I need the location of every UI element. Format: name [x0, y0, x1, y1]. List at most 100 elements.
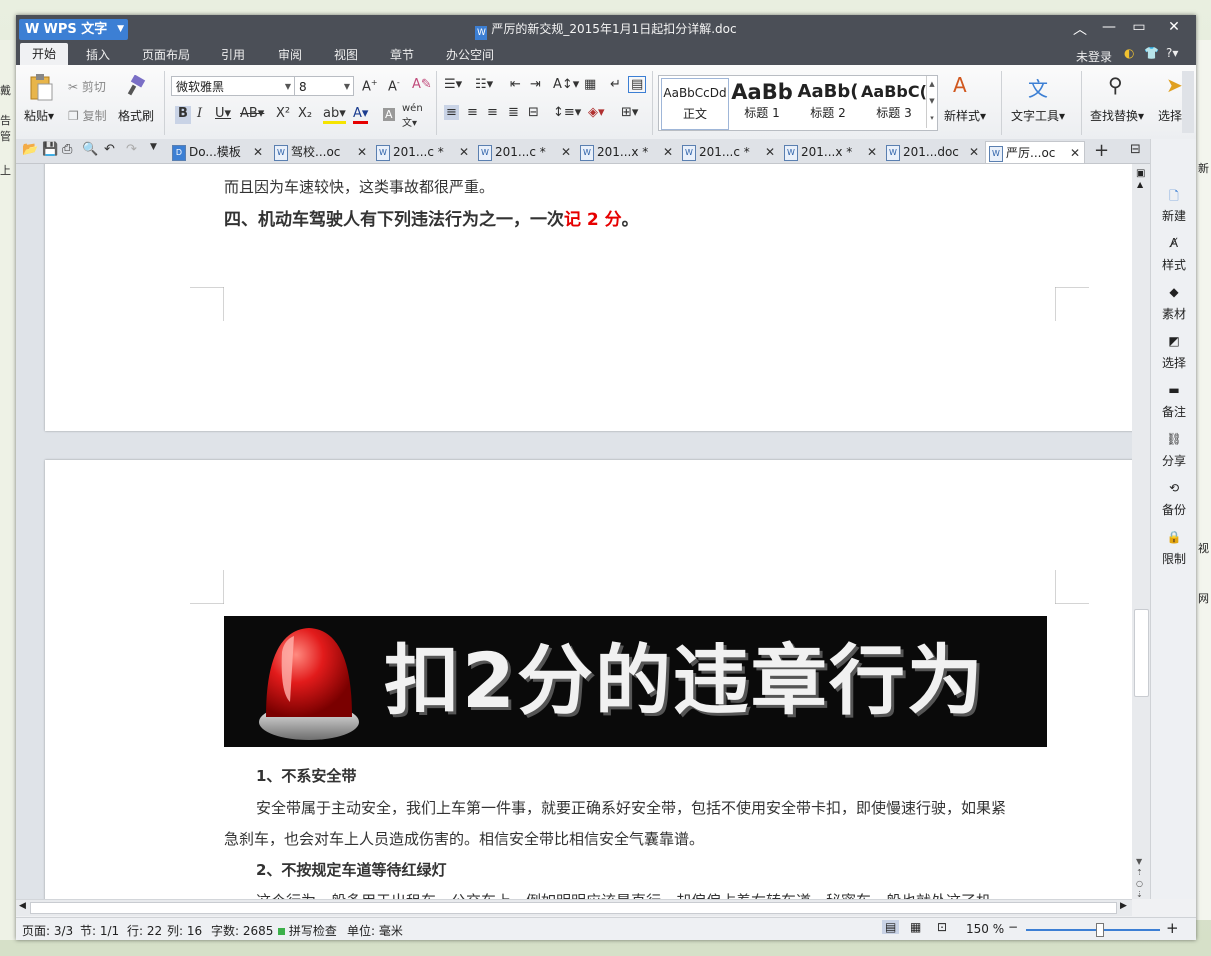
numbering-icon[interactable]: ☷▾	[475, 77, 493, 92]
paragraph-mark-icon[interactable]: ↵	[610, 77, 621, 92]
skin-icon[interactable]: ◐	[1124, 46, 1134, 60]
style-heading-2[interactable]: AaBb( 标题 2	[795, 78, 861, 128]
grow-font-icon[interactable]: A+	[362, 78, 378, 94]
close-icon[interactable]: ✕	[357, 141, 367, 163]
doc-tab[interactable]: W 201...c * ✕	[373, 141, 473, 163]
shirt-icon[interactable]: 👕	[1144, 46, 1159, 60]
new-tab-icon[interactable]: +	[1094, 140, 1109, 161]
text-tools-button[interactable]: 文字工具▾	[1011, 107, 1065, 124]
collapse-ribbon-icon[interactable]: ︿	[1070, 19, 1090, 39]
tab-references[interactable]: 引用	[221, 46, 245, 63]
paste-button[interactable]: 粘贴▾	[24, 107, 54, 124]
clear-format-icon[interactable]: A✎	[412, 77, 432, 92]
style-heading-1[interactable]: AaBb 标题 1	[729, 78, 795, 128]
format-painter-button[interactable]: 格式刷	[118, 107, 154, 124]
help-icon[interactable]: ?▾	[1166, 46, 1178, 60]
minimize-button[interactable]: —	[1099, 19, 1119, 35]
phonetic-guide-icon[interactable]: wén 文▾	[402, 103, 423, 129]
close-icon[interactable]: ✕	[969, 141, 979, 163]
paste-icon[interactable]	[29, 74, 53, 102]
maximize-button[interactable]: ▭	[1129, 19, 1149, 35]
sidebar-item-material[interactable]: ◆ 素材	[1151, 285, 1196, 322]
open-folder-icon[interactable]: 📂	[22, 142, 38, 157]
new-style-button[interactable]: 新样式▾	[944, 107, 986, 124]
status-unit[interactable]: 单位: 毫米	[347, 922, 403, 939]
close-icon[interactable]: ✕	[663, 141, 673, 163]
table-borders-icon[interactable]: ▦	[584, 77, 596, 92]
close-icon[interactable]: ✕	[459, 141, 469, 163]
bold-button[interactable]: B	[175, 106, 191, 124]
new-style-icon[interactable]: A	[953, 73, 967, 97]
web-view-icon[interactable]: ⊡	[937, 920, 947, 934]
sidebar-item-restrict[interactable]: 🔒 限制	[1151, 530, 1196, 567]
login-status[interactable]: 未登录	[1076, 48, 1112, 65]
close-icon[interactable]: ✕	[867, 141, 877, 163]
select-cursor-icon[interactable]: ➤	[1166, 73, 1183, 97]
close-icon[interactable]: ✕	[1070, 142, 1080, 164]
align-center-icon[interactable]: ≡	[467, 105, 478, 120]
save-icon[interactable]: 💾	[42, 142, 58, 157]
tab-page-layout[interactable]: 页面布局	[142, 46, 190, 63]
scroll-right-icon[interactable]: ▶	[1120, 901, 1127, 911]
sidebar-item-share[interactable]: ⛓ 分享	[1151, 432, 1196, 469]
doc-tab[interactable]: W 驾校...oc ✕	[271, 141, 371, 163]
tab-view[interactable]: 视图	[334, 46, 358, 63]
shading-fill-icon[interactable]: ◈▾	[588, 105, 605, 120]
underline-button[interactable]: U▾	[215, 106, 231, 121]
doc-tab[interactable]: W 201...c * ✕	[679, 141, 779, 163]
font-name-combo[interactable]: 微软雅黑 ▼	[171, 76, 295, 96]
superscript-button[interactable]: X²	[276, 106, 290, 121]
close-icon[interactable]: ✕	[765, 141, 775, 163]
horizontal-scroll-thumb[interactable]	[30, 902, 1117, 914]
close-icon[interactable]: ✕	[561, 141, 571, 163]
align-right-icon[interactable]: ≡	[487, 105, 498, 120]
find-replace-button[interactable]: 查找替换▾	[1090, 107, 1144, 124]
print-preview-icon[interactable]: 🔍	[82, 142, 98, 157]
zoom-in-icon[interactable]: +	[1166, 919, 1179, 937]
tab-chapter[interactable]: 章节	[390, 46, 414, 63]
horizontal-scrollbar[interactable]: ◀ ▶	[16, 899, 1132, 916]
sidebar-item-backup[interactable]: ⟲ 备份	[1151, 481, 1196, 518]
quick-access-more-icon[interactable]: ▼	[150, 142, 157, 152]
outline-view-icon[interactable]: ▦	[910, 920, 921, 934]
decrease-indent-icon[interactable]: ⇤	[510, 77, 521, 92]
page-view-icon[interactable]: ▤	[882, 920, 900, 934]
sidebar-item-new[interactable]: 🗋 新建	[1151, 187, 1196, 224]
tab-review[interactable]: 审阅	[278, 46, 302, 63]
cut-button[interactable]: ✂ 剪切	[68, 78, 106, 95]
zoom-out-icon[interactable]: −	[1008, 920, 1018, 934]
ruler-toggle-icon[interactable]: ▣	[1136, 168, 1145, 179]
style-gallery-scroll[interactable]: ▲ ▼ ▾	[926, 76, 937, 128]
binoculars-icon[interactable]: ⚲	[1108, 73, 1123, 97]
doc-tab[interactable]: D Do...模板 ✕	[169, 141, 267, 163]
font-size-combo[interactable]: 8 ▼	[294, 76, 354, 96]
page-nav-icons[interactable]: ▼ ⇡ ○ ⇣	[1136, 856, 1143, 900]
shrink-font-icon[interactable]: A-	[388, 78, 400, 94]
tab-home[interactable]: 开始	[20, 43, 69, 65]
spell-check-toggle[interactable]: 拼写检查	[278, 922, 337, 939]
format-painter-icon[interactable]	[126, 74, 148, 97]
line-spacing-icon[interactable]: ↕≡▾	[553, 105, 581, 120]
undo-icon[interactable]: ↶	[104, 142, 115, 157]
zoom-slider-thumb[interactable]	[1096, 923, 1104, 937]
vertical-scrollbar[interactable]: ▣ ▲ ▼ ⇡ ○ ⇣	[1132, 164, 1150, 899]
align-left-icon[interactable]: ≡	[444, 105, 459, 120]
status-words[interactable]: 字数: 2685	[211, 922, 273, 939]
scroll-up-icon[interactable]: ▲	[1137, 180, 1143, 189]
zoom-level[interactable]: 150 %	[966, 922, 1004, 936]
tab-office-space[interactable]: 办公空间	[446, 46, 494, 63]
close-icon[interactable]: ✕	[253, 141, 263, 163]
font-color-icon[interactable]: A▾	[353, 106, 369, 124]
doc-tab[interactable]: W 201...doc ✕	[883, 141, 983, 163]
style-heading-3[interactable]: AaBbC( 标题 3	[861, 78, 927, 128]
doc-tab-active[interactable]: W 严厉...oc ✕	[985, 141, 1085, 163]
close-button[interactable]: ✕	[1164, 19, 1184, 35]
increase-indent-icon[interactable]: ⇥	[530, 77, 541, 92]
select-button[interactable]: 选择	[1158, 107, 1182, 124]
copy-button[interactable]: ❐ 复制	[68, 107, 107, 124]
ribbon-scroll[interactable]	[1182, 71, 1194, 133]
redo-icon[interactable]: ↷	[126, 142, 137, 157]
tab-list-icon[interactable]: ⊟	[1130, 142, 1141, 157]
zoom-slider[interactable]	[1026, 929, 1160, 931]
borders-icon[interactable]: ⊞▾	[621, 105, 638, 120]
